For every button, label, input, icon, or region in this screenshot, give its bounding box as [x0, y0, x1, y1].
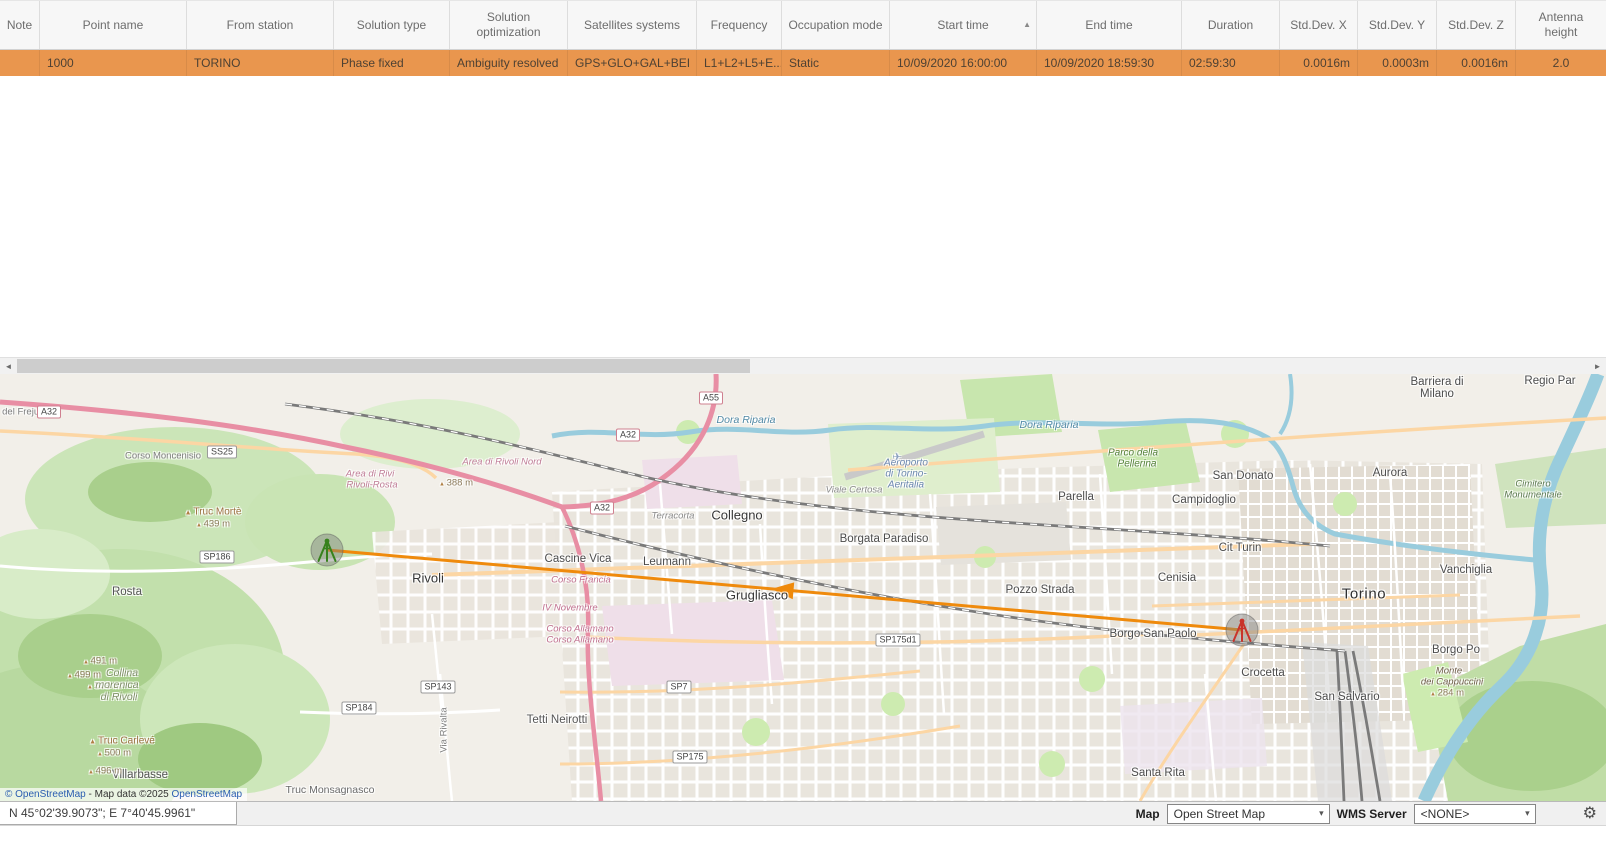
- column-label: Point name: [83, 18, 144, 33]
- table-header: Note Point name From station Solution ty…: [0, 1, 1606, 50]
- attribution-link[interactable]: © OpenStreetMap: [5, 789, 86, 800]
- scroll-left-arrow-icon[interactable]: ◄: [0, 358, 17, 374]
- cell-std-dev-y: 0.0003m: [1358, 50, 1437, 76]
- map-source-select[interactable]: Open Street Map ▾: [1167, 804, 1330, 824]
- results-table-panel: Note Point name From station Solution ty…: [0, 0, 1606, 374]
- column-header-std-dev-x[interactable]: Std.Dev. X: [1280, 1, 1358, 49]
- column-label: Solution type: [357, 18, 426, 33]
- column-label: Std.Dev. Z: [1448, 18, 1504, 33]
- column-label: Note: [7, 18, 32, 33]
- station-marker-1[interactable]: [311, 534, 343, 566]
- map-view[interactable]: TorinoRivoliCollegnoGrugliascoCascine Vi…: [0, 374, 1606, 801]
- cell-point-name: 1000: [40, 50, 187, 76]
- column-label: From station: [227, 18, 294, 33]
- map-attribution: © OpenStreetMap - Map data ©2025 OpenStr…: [0, 788, 247, 801]
- column-header-std-dev-y[interactable]: Std.Dev. Y: [1358, 1, 1437, 49]
- wms-server-select[interactable]: <NONE> ▾: [1414, 804, 1536, 824]
- cell-solution-type: Phase fixed: [334, 50, 450, 76]
- column-header-duration[interactable]: Duration: [1182, 1, 1280, 49]
- scrollbar-thumb[interactable]: [17, 359, 750, 373]
- horizontal-scrollbar[interactable]: ◄ ►: [0, 357, 1606, 374]
- map-controls: Map Open Street Map ▾ WMS Server <NONE> …: [1136, 804, 1606, 824]
- column-label: Std.Dev. X: [1290, 18, 1346, 33]
- cell-antenna-height: 2.0: [1516, 50, 1606, 76]
- column-header-end-time[interactable]: End time: [1037, 1, 1182, 49]
- column-header-note[interactable]: Note: [0, 1, 40, 49]
- settings-gear-icon[interactable]: ⚙: [1583, 806, 1597, 822]
- column-header-satellites-systems[interactable]: Satellites systems: [568, 1, 697, 49]
- column-header-from-station[interactable]: From station: [187, 1, 334, 49]
- wms-select-label: WMS Server: [1337, 807, 1407, 821]
- wms-server-value: <NONE>: [1421, 807, 1522, 821]
- station-marker-0[interactable]: [1226, 614, 1258, 646]
- app-window: Note Point name From station Solution ty…: [0, 0, 1606, 849]
- column-header-frequency[interactable]: Frequency: [697, 1, 782, 49]
- sort-ascending-icon: ▲: [1023, 20, 1031, 30]
- column-label: Occupation mode: [788, 18, 882, 33]
- column-header-occupation-mode[interactable]: Occupation mode: [782, 1, 890, 49]
- cell-solution-optimization: Ambiguity resolved: [450, 50, 568, 76]
- cell-end-time: 10/09/2020 18:59:30: [1037, 50, 1182, 76]
- attribution-text: - Map data ©2025: [86, 789, 172, 800]
- column-header-solution-optimization[interactable]: Solution optimization: [450, 1, 568, 49]
- column-header-point-name[interactable]: Point name: [40, 1, 187, 49]
- column-header-std-dev-z[interactable]: Std.Dev. Z: [1437, 1, 1516, 49]
- cell-frequency: L1+L2+L5+E...: [697, 50, 782, 76]
- chevron-down-icon: ▾: [1522, 808, 1533, 819]
- cell-from-station: TORINO: [187, 50, 334, 76]
- cell-note: [0, 50, 40, 76]
- chevron-down-icon: ▾: [1316, 808, 1327, 819]
- column-label: Std.Dev. Y: [1369, 18, 1425, 33]
- cell-occupation-mode: Static: [782, 50, 890, 76]
- map-select-label: Map: [1136, 807, 1160, 821]
- cell-duration: 02:59:30: [1182, 50, 1280, 76]
- column-label: Satellites systems: [584, 18, 680, 33]
- column-label: Solution optimization: [456, 10, 561, 40]
- scroll-right-arrow-icon[interactable]: ►: [1589, 358, 1606, 374]
- status-bar: N 45°02'39.9073"; E 7°40'45.9961" Map Op…: [0, 801, 1606, 826]
- column-label: End time: [1085, 18, 1132, 33]
- cell-satellites-systems: GPS+GLO+GAL+BEI: [568, 50, 697, 76]
- attribution-link[interactable]: OpenStreetMap: [172, 789, 243, 800]
- column-header-solution-type[interactable]: Solution type: [334, 1, 450, 49]
- table-row[interactable]: 1000 TORINO Phase fixed Ambiguity resolv…: [0, 50, 1606, 76]
- map-canvas[interactable]: [0, 374, 1606, 801]
- cell-std-dev-x: 0.0016m: [1280, 50, 1358, 76]
- column-header-start-time[interactable]: Start time ▲: [890, 1, 1037, 49]
- map-source-value: Open Street Map: [1174, 807, 1316, 821]
- cell-std-dev-z: 0.0016m: [1437, 50, 1516, 76]
- cell-start-time: 10/09/2020 16:00:00: [890, 50, 1037, 76]
- column-label: Duration: [1208, 18, 1253, 33]
- column-header-antenna-height[interactable]: Antenna height: [1516, 1, 1606, 49]
- column-label: Frequency: [711, 18, 768, 33]
- coordinates-display: N 45°02'39.9073"; E 7°40'45.9961": [0, 802, 237, 825]
- column-label: Antenna height: [1522, 10, 1600, 40]
- column-label: Start time: [937, 18, 988, 33]
